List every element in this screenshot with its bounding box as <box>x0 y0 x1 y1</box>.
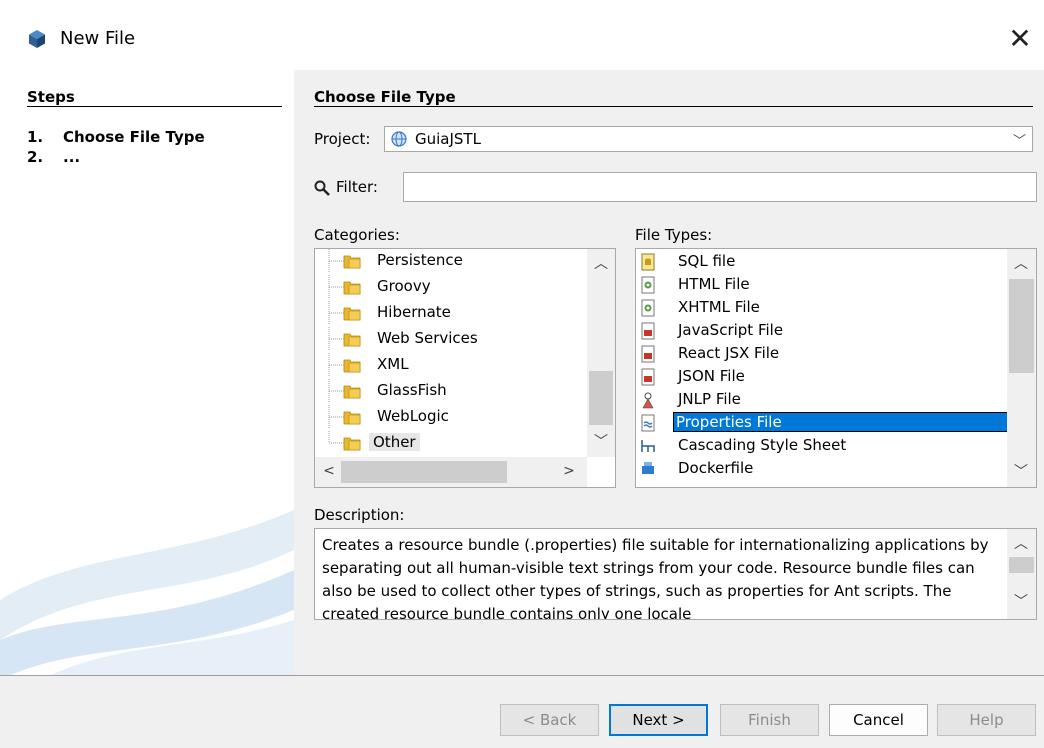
scroll-thumb[interactable] <box>1009 279 1034 373</box>
folder-icon <box>343 385 361 399</box>
list-item[interactable]: React JSX File <box>640 342 1008 365</box>
decorative-swoosh <box>0 510 294 675</box>
chevron-down-icon[interactable]: ﹀ <box>591 431 611 451</box>
sql-file-icon <box>641 253 655 271</box>
folder-icon <box>343 255 361 269</box>
chevron-left-icon[interactable]: < <box>319 463 339 479</box>
search-icon <box>314 180 330 196</box>
window-title: New File <box>60 28 136 49</box>
category-label: XML <box>377 355 409 373</box>
button-bar: < Back Next > Finish Cancel Help <box>0 676 1044 748</box>
file-type-label: JNLP File <box>678 390 741 408</box>
file-type-label: Cascading Style Sheet <box>678 436 847 454</box>
list-item[interactable]: JSON File <box>640 365 1008 388</box>
list-item[interactable]: Dockerfile <box>640 457 1008 480</box>
file-type-label: JSON File <box>678 367 745 385</box>
page-title: Choose File Type <box>314 88 456 106</box>
list-item[interactable]: Properties File <box>640 411 1009 434</box>
project-label: Project: <box>314 130 371 148</box>
folder-icon <box>343 411 361 425</box>
properties-file-icon <box>641 414 655 432</box>
category-label: Web Services <box>377 329 478 347</box>
category-label: Hibernate <box>377 303 451 321</box>
chevron-up-icon[interactable]: ︿ <box>591 253 611 273</box>
list-item[interactable]: XHTML File <box>640 296 1008 319</box>
file-type-label: Dockerfile <box>678 459 754 477</box>
category-label: Persistence <box>377 251 463 269</box>
steps-heading: Steps <box>27 88 75 106</box>
scroll-thumb[interactable] <box>341 461 507 483</box>
project-value: GuiaJSTL <box>415 130 481 148</box>
description-label: Description: <box>314 506 405 524</box>
folder-icon <box>343 437 361 451</box>
file-types-vscrollbar[interactable]: ︿ ﹀ <box>1007 249 1036 487</box>
folder-icon <box>343 333 361 347</box>
netbeans-cube-icon <box>29 30 45 48</box>
category-label: WebLogic <box>377 407 449 425</box>
categories-vscrollbar[interactable]: ︿ ﹀ <box>587 249 615 457</box>
file-type-label: JavaScript File <box>678 321 784 339</box>
json-file-icon <box>641 368 655 386</box>
categories-hscrollbar[interactable]: < > <box>315 457 587 487</box>
file-type-label: SQL file <box>678 252 736 270</box>
categories-list[interactable]: Persistence Groovy Hibernate Web Services XM… <box>314 248 616 488</box>
category-label: GlassFish <box>377 381 447 399</box>
filter-input[interactable] <box>403 172 1037 202</box>
description-text: Creates a resource bundle (.properties) … <box>322 536 989 620</box>
javascript-file-icon <box>641 322 655 340</box>
project-select[interactable]: GuiaJSTL ﹀ <box>384 126 1033 152</box>
xhtml-file-icon <box>641 299 655 317</box>
main-panel: Choose File Type Project: GuiaJSTL ﹀ Fil… <box>294 70 1044 675</box>
globe-icon <box>391 131 407 147</box>
back-button[interactable]: < Back <box>500 704 599 736</box>
divider <box>27 106 282 107</box>
next-button[interactable]: Next > <box>609 704 708 736</box>
folder-icon <box>343 281 361 295</box>
list-item[interactable]: JavaScript File <box>640 319 1008 342</box>
title-bar: New File ✕ <box>0 0 1044 70</box>
list-item[interactable]: HTML File <box>640 273 1008 296</box>
chevron-down-icon[interactable]: ﹀ <box>1011 461 1031 481</box>
divider <box>314 106 1033 107</box>
description-vscrollbar[interactable]: ︿ ﹀ <box>1007 529 1036 619</box>
filter-label: Filter: <box>336 178 378 196</box>
folder-icon <box>343 359 361 373</box>
close-icon[interactable]: ✕ <box>1005 24 1035 54</box>
chevron-up-icon[interactable]: ︿ <box>1011 253 1031 273</box>
list-item[interactable]: SQL file <box>640 250 1008 273</box>
finish-button[interactable]: Finish <box>720 704 819 736</box>
steps-panel: Steps 1. Choose File Type 2.... <box>0 70 294 675</box>
category-label: Other <box>369 433 420 451</box>
folder-icon <box>343 307 361 321</box>
chevron-up-icon[interactable]: ︿ <box>1011 533 1031 553</box>
jsx-file-icon <box>641 345 655 363</box>
chevron-right-icon[interactable]: > <box>559 463 579 479</box>
jnlp-file-icon <box>642 392 654 409</box>
file-types-label: File Types: <box>635 226 713 244</box>
file-type-label: Properties File <box>673 412 1009 432</box>
list-item[interactable]: Cascading Style Sheet <box>640 434 1008 457</box>
scroll-thumb[interactable] <box>1009 557 1034 573</box>
file-type-label: HTML File <box>678 275 750 293</box>
list-item[interactable]: JNLP File <box>640 388 1008 411</box>
docker-file-icon <box>642 462 654 474</box>
html-file-icon <box>641 276 655 294</box>
chevron-down-icon[interactable]: ﹀ <box>1011 591 1031 611</box>
file-type-label: React JSX File <box>678 344 780 362</box>
file-types-list[interactable]: SQL file HTML File XHTML File JavaScript Fi… <box>635 248 1037 488</box>
scroll-thumb[interactable] <box>589 371 613 425</box>
step-item: 2.... <box>27 148 81 166</box>
css-file-icon <box>641 440 655 452</box>
description-box[interactable]: Creates a resource bundle (.properties) … <box>314 528 1037 620</box>
cancel-button[interactable]: Cancel <box>829 704 928 736</box>
category-label: Groovy <box>377 277 431 295</box>
chevron-down-icon[interactable]: ﹀ <box>1013 130 1026 149</box>
categories-label: Categories: <box>314 226 400 244</box>
help-button[interactable]: Help <box>937 704 1036 736</box>
file-type-label: XHTML File <box>678 298 760 316</box>
step-item: 1. Choose File Type <box>27 128 205 146</box>
